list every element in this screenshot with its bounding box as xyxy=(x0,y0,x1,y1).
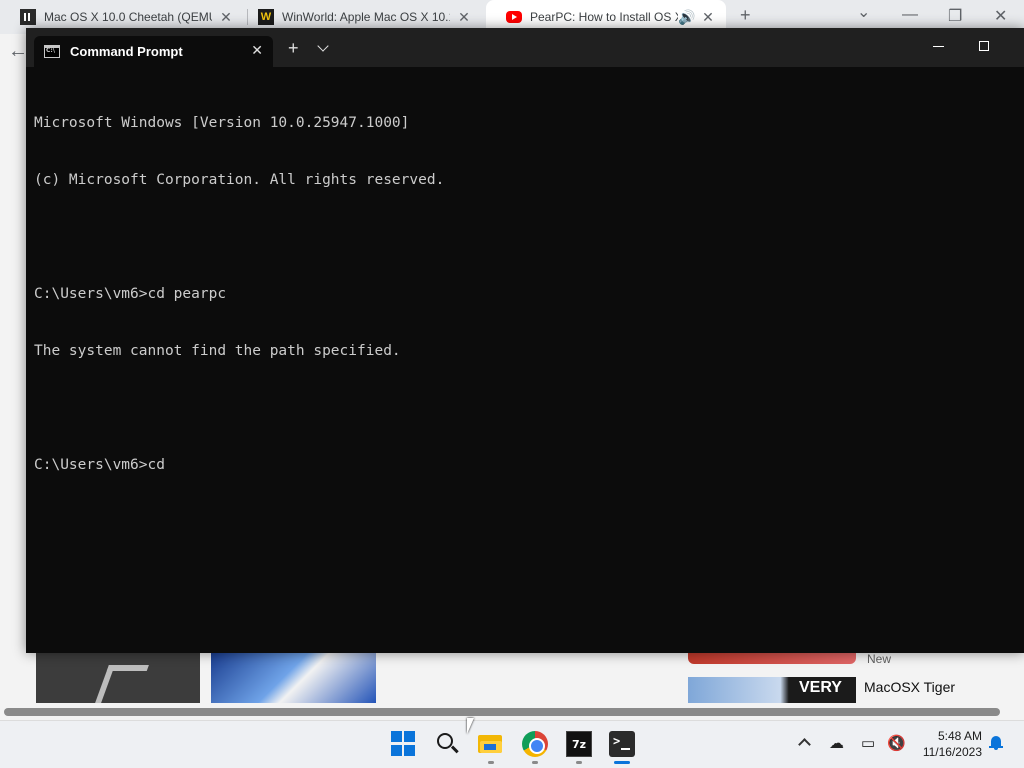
volume-muted-icon[interactable]: 🔇 xyxy=(887,734,906,752)
terminal-output[interactable]: Microsoft Windows [Version 10.0.25947.10… xyxy=(34,76,1016,513)
windows-logo-icon xyxy=(391,731,402,742)
terminal-line: C:\Users\vm6>cd pearpc xyxy=(34,286,227,302)
new-terminal-tab-button[interactable]: + xyxy=(288,38,299,59)
video-title[interactable]: MacOSX Tiger xyxy=(864,679,955,695)
search-icon[interactable] xyxy=(435,731,461,757)
running-indicator xyxy=(576,761,582,764)
browser-restore-button[interactable]: ❐ xyxy=(948,6,962,26)
video-thumbnail[interactable] xyxy=(211,653,376,703)
youtube-icon xyxy=(506,11,522,23)
thumbnail-overlay-text: VERY xyxy=(799,679,842,696)
new-badge: New xyxy=(867,652,892,666)
browser-close-button[interactable]: ✕ xyxy=(994,6,1007,26)
terminal-window[interactable]: Command Prompt ✕ + Microsoft Windows [Ve… xyxy=(26,28,1024,653)
windows-logo-icon xyxy=(404,745,415,756)
logo-icon xyxy=(95,665,149,703)
close-icon[interactable]: ✕ xyxy=(251,42,263,59)
speaker-icon[interactable]: 🔊 xyxy=(678,9,695,26)
running-indicator xyxy=(532,761,538,764)
browser-tab-title: PearPC: How to Install OS X xyxy=(530,10,678,24)
terminal-icon[interactable] xyxy=(609,731,635,757)
terminal-line: Microsoft Windows [Version 10.0.25947.10… xyxy=(34,115,410,131)
file-explorer-icon[interactable] xyxy=(478,731,504,757)
minimize-button[interactable] xyxy=(933,46,944,47)
notification-bell-icon[interactable] xyxy=(989,736,1003,750)
terminal-line: The system cannot find the path specifie… xyxy=(34,343,401,359)
maximize-button[interactable] xyxy=(979,41,989,51)
7zip-icon[interactable]: 7z xyxy=(566,731,592,757)
browser-tab-title: Mac OS X 10.0 Cheetah (QEMU) xyxy=(44,10,212,24)
horizontal-scrollbar[interactable] xyxy=(4,708,1000,716)
tab-search-chevron-icon[interactable]: ⌄ xyxy=(857,2,870,22)
close-icon[interactable]: ✕ xyxy=(456,9,472,26)
active-indicator xyxy=(614,761,630,764)
windows-logo-icon xyxy=(404,731,415,742)
winworld-icon: W xyxy=(258,9,274,25)
close-icon[interactable]: ✕ xyxy=(700,9,716,26)
mouse-cursor-icon xyxy=(467,718,481,734)
clock[interactable]: 5:48 AM 11/16/2023 xyxy=(914,728,982,760)
command-prompt-icon xyxy=(44,45,60,58)
clock-date: 11/16/2023 xyxy=(922,745,982,759)
running-indicator xyxy=(488,761,494,764)
terminal-tab-title: Command Prompt xyxy=(70,44,183,59)
video-thumbnail[interactable] xyxy=(36,653,200,703)
start-button[interactable] xyxy=(391,731,417,757)
clock-time: 5:48 AM xyxy=(937,729,982,743)
windows-logo-icon xyxy=(391,745,402,756)
terminal-prompt-line[interactable]: C:\Users\vm6>cd xyxy=(34,456,1016,475)
display-icon[interactable]: ▭ xyxy=(861,734,875,752)
terminal-tab[interactable]: Command Prompt ✕ xyxy=(34,36,273,67)
terminal-titlebar[interactable]: Command Prompt ✕ + xyxy=(26,28,1024,67)
new-tab-button[interactable]: + xyxy=(740,5,751,26)
back-arrow-icon[interactable]: ← xyxy=(8,40,28,63)
video-thumbnail[interactable] xyxy=(688,653,856,664)
browser-minimize-button[interactable]: — xyxy=(902,6,918,24)
browser-tab-title: WinWorld: Apple Mac OS X 10.1 xyxy=(282,10,450,24)
terminal-line: (c) Microsoft Corporation. All rights re… xyxy=(34,172,445,188)
chevron-down-icon[interactable] xyxy=(317,40,329,52)
chrome-icon[interactable] xyxy=(522,731,548,757)
onedrive-offline-icon[interactable]: ☁ xyxy=(829,734,844,752)
archive-icon xyxy=(20,9,36,25)
close-icon[interactable]: ✕ xyxy=(218,9,234,26)
